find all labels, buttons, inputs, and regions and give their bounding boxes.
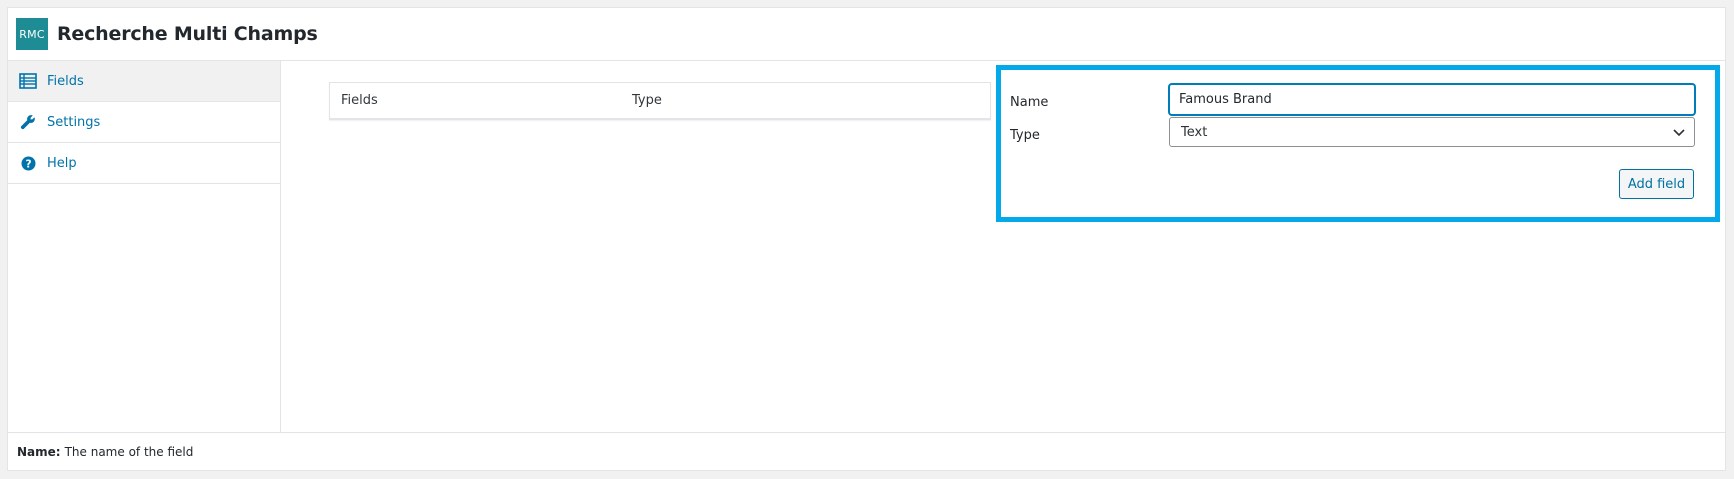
app-logo: RMC xyxy=(16,18,48,50)
svg-text:?: ? xyxy=(25,158,31,170)
add-field-form: Name Type Text Add field xyxy=(996,65,1720,222)
sidebar-item-label: Help xyxy=(47,155,77,171)
type-label: Type xyxy=(1010,128,1040,143)
sidebar-item-fields[interactable]: Fields xyxy=(8,61,280,102)
name-label: Name xyxy=(1010,95,1049,110)
type-select-value: Text xyxy=(1181,124,1208,140)
column-header-type: Type xyxy=(632,93,662,108)
footer-term: Name: xyxy=(17,445,61,459)
fields-table: Fields Type xyxy=(329,82,991,120)
sidebar-item-label: Fields xyxy=(47,73,84,89)
app-header: RMC Recherche Multi Champs xyxy=(8,8,1725,61)
sidebar-item-help[interactable]: ? Help xyxy=(8,143,280,184)
help-circle-icon: ? xyxy=(19,154,37,172)
list-icon xyxy=(19,72,37,90)
chevron-down-icon xyxy=(1672,125,1686,143)
footer-description: The name of the field xyxy=(64,445,194,459)
settings-panel: RMC Recherche Multi Champs Fields Settin… xyxy=(7,7,1726,471)
sidebar-item-settings[interactable]: Settings xyxy=(8,102,280,143)
help-footer: Name: The name of the field xyxy=(8,432,1725,471)
column-header-fields: Fields xyxy=(341,93,378,108)
sidebar: Fields Settings ? Help xyxy=(8,61,281,432)
wrench-icon xyxy=(19,113,37,131)
add-field-button[interactable]: Add field xyxy=(1619,169,1694,199)
name-input[interactable] xyxy=(1169,84,1695,115)
type-select[interactable]: Text xyxy=(1169,117,1695,147)
sidebar-item-label: Settings xyxy=(47,114,101,130)
page-title: Recherche Multi Champs xyxy=(57,23,318,45)
